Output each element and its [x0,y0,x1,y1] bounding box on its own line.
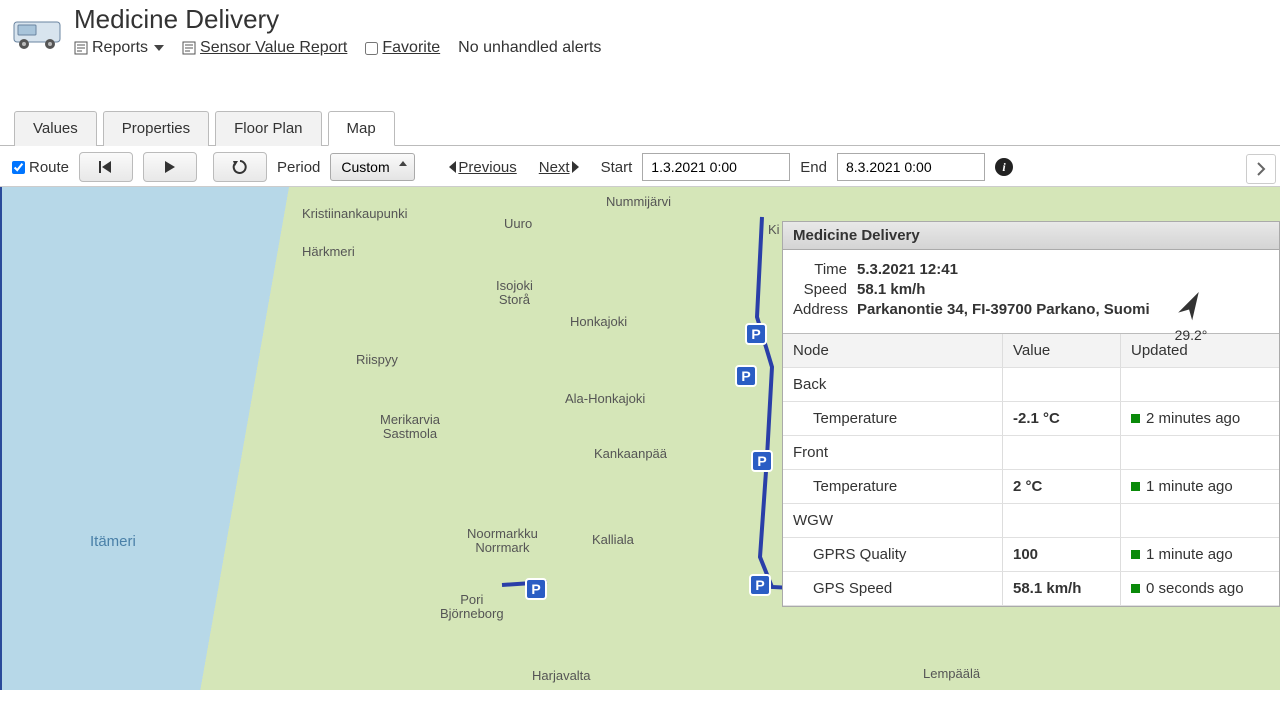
parking-marker[interactable]: P [748,573,772,601]
info-icon[interactable]: i [995,158,1013,176]
compass-arrow-icon [1173,288,1209,324]
place-label: Lempäälä [923,667,980,681]
refresh-icon [231,158,249,176]
parking-marker[interactable]: P [744,322,768,350]
parking-marker[interactable]: P [524,577,548,605]
play-icon [163,160,177,174]
table-row: Temperature-2.1 °C2 minutes ago [783,402,1279,436]
heading-value: 29.2° [1173,327,1209,343]
place-label: MerikarviaSastmola [380,413,440,442]
place-label: Uuro [504,217,532,231]
caret-down-icon [154,45,164,51]
place-label: NoormarkkuNorrmark [467,527,538,556]
page-title: Medicine Delivery [74,4,1272,35]
svg-text:P: P [757,453,766,469]
time-value: 5.3.2021 12:41 [857,261,1269,278]
place-label: Nummijärvi [606,195,671,209]
table-row: Temperature2 °C1 minute ago [783,470,1279,504]
chevron-right-icon [1256,161,1266,177]
skip-back-button[interactable] [79,152,133,182]
table-group-row: WGW [783,504,1279,538]
place-label: Kristiinankaupunki [302,207,408,221]
triangle-right-icon [572,161,579,173]
start-input[interactable] [642,153,790,181]
parking-marker[interactable]: P [750,449,774,477]
status-dot-icon [1131,414,1140,423]
col-value: Value [1003,334,1121,367]
place-label: Kankaanpää [594,447,667,461]
table-group-row: Back [783,368,1279,402]
panel-title: Medicine Delivery [783,222,1279,250]
sensor-table: Node Value Updated BackTemperature-2.1 °… [783,333,1279,606]
place-label: Ala-Honkajoki [565,392,645,406]
tab-bar: Values Properties Floor Plan Map [0,110,1280,146]
sea-label: Itämeri [90,533,136,550]
place-label: Härkmeri [302,245,355,259]
reports-label: Reports [92,39,148,57]
place-label: IsojokiStorå [496,279,533,308]
start-label: Start [601,159,633,176]
reports-dropdown[interactable]: Reports [74,39,164,57]
info-panel: Medicine Delivery Time 5.3.2021 12:41 Sp… [782,221,1280,607]
tab-map[interactable]: Map [328,111,395,146]
alert-status: No unhandled alerts [458,39,601,57]
route-checkbox[interactable] [12,161,25,174]
controls-row: Route Period Custom Previous Next Start … [0,146,1280,187]
table-row: GPRS Quality1001 minute ago [783,538,1279,572]
next-link[interactable]: Next [539,159,579,176]
end-label: End [800,159,827,176]
favorite-label: Favorite [382,39,440,57]
tab-properties[interactable]: Properties [103,111,209,146]
time-label: Time [793,261,857,278]
speed-label: Speed [793,281,857,298]
table-row: GPS Speed58.1 km/h0 seconds ago [783,572,1279,606]
tab-values[interactable]: Values [14,111,97,146]
place-label: Honkajoki [570,315,627,329]
route-label: Route [29,159,69,176]
place-label: PoriBjörneborg [440,593,504,622]
col-node: Node [783,334,1003,367]
end-input[interactable] [837,153,985,181]
favorite-toggle[interactable]: Favorite [365,39,440,57]
heading-compass: 29.2° [1173,288,1209,343]
place-label: Kalliala [592,533,634,547]
refresh-button[interactable] [213,152,267,182]
status-dot-icon [1131,550,1140,559]
route-toggle[interactable]: Route [12,159,69,176]
report-icon [182,41,196,55]
place-label: Harjavalta [532,669,591,683]
address-label: Address [793,301,857,318]
svg-text:P: P [531,581,540,597]
next-label: Next [539,159,570,176]
table-group-row: Front [783,436,1279,470]
svg-text:P: P [755,577,764,593]
sensor-report-label: Sensor Value Report [200,39,347,57]
period-select[interactable]: Custom [330,153,415,181]
parking-marker[interactable]: P [734,364,758,392]
header-bar: Medicine Delivery Reports Sensor Value R… [0,0,1280,58]
play-button[interactable] [143,152,197,182]
expand-button[interactable] [1246,154,1276,184]
svg-text:P: P [741,368,750,384]
svg-text:P: P [751,326,760,342]
period-label: Period [277,159,320,176]
tab-floorplan[interactable]: Floor Plan [215,111,321,146]
van-icon [8,10,68,58]
place-label: Ki [768,223,780,237]
status-dot-icon [1131,482,1140,491]
report-icon [74,41,88,55]
place-label: Riispyy [356,353,398,367]
sensor-report-link[interactable]: Sensor Value Report [182,39,347,57]
skip-back-icon [98,160,114,174]
triangle-left-icon [449,161,456,173]
previous-link[interactable]: Previous [449,159,516,176]
status-dot-icon [1131,584,1140,593]
previous-label: Previous [458,159,516,176]
favorite-checkbox[interactable] [365,42,378,55]
